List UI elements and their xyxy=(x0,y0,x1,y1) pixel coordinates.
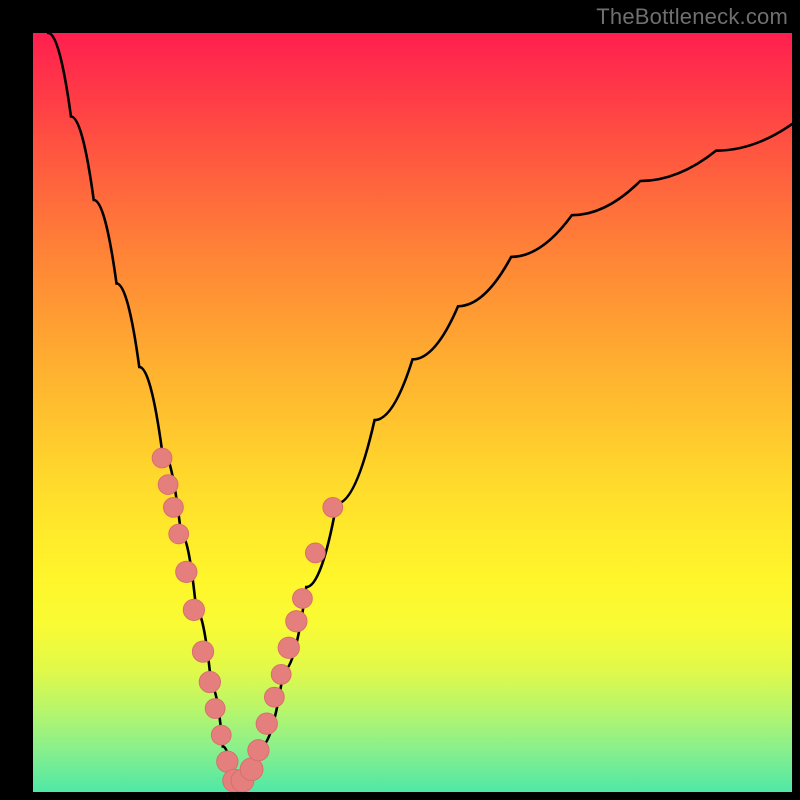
bottleneck-curve xyxy=(48,33,792,784)
curve-marker xyxy=(192,641,213,662)
curve-marker xyxy=(152,448,172,468)
curve-marker xyxy=(278,637,299,658)
curve-marker xyxy=(248,740,269,761)
frame-right xyxy=(792,33,800,792)
curve-marker xyxy=(169,524,189,544)
curve-marker xyxy=(305,543,325,563)
curve-marker xyxy=(211,725,231,745)
frame-bottom xyxy=(0,792,800,800)
curve-marker xyxy=(256,713,277,734)
chart-frame: TheBottleneck.com xyxy=(0,0,800,800)
curve-marker xyxy=(271,664,291,684)
curve-marker xyxy=(264,687,284,707)
curve-marker xyxy=(205,699,225,719)
curve-marker xyxy=(199,671,220,692)
curve-marker xyxy=(164,498,184,518)
curve-marker xyxy=(323,498,343,518)
curve-marker xyxy=(158,475,178,495)
chart-svg xyxy=(33,33,792,792)
attribution-text: TheBottleneck.com xyxy=(596,4,788,30)
curve-marker xyxy=(286,611,307,632)
curve-marker xyxy=(176,561,197,582)
curve-marker xyxy=(293,589,313,609)
curve-marker xyxy=(183,599,204,620)
curve-markers xyxy=(152,448,343,792)
